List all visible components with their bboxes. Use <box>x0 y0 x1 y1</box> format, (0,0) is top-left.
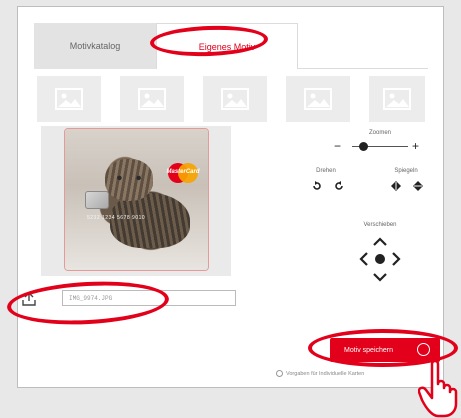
image-icon <box>55 88 83 110</box>
move-label: Verschieben <box>363 222 397 228</box>
card-preview[interactable]: MasterCard 5232 1234 5678 9010 <box>64 128 209 271</box>
mastercard-logo-icon: MasterCard <box>166 163 200 183</box>
rotate-label: Drehen <box>316 168 336 174</box>
zoom-label: Zoomen <box>368 130 391 136</box>
zoom-in-button[interactable]: + <box>412 140 419 152</box>
mirror-horizontal-icon[interactable] <box>390 181 402 191</box>
move-center-icon <box>375 254 385 264</box>
move-left-icon <box>359 252 368 266</box>
image-icon <box>304 88 332 110</box>
checkbox-icon[interactable] <box>276 370 283 377</box>
cat-photo-head <box>105 159 153 201</box>
motif-thumbnail[interactable] <box>37 76 101 122</box>
mirror-label: Spiegeln <box>394 168 418 174</box>
image-icon <box>138 88 166 110</box>
motif-thumbnail-row <box>37 76 432 122</box>
terms-label: Vorgaben für Individuelle Karten <box>286 370 365 377</box>
motif-thumbnail[interactable] <box>203 76 267 122</box>
zoom-slider-knob[interactable] <box>358 142 368 151</box>
tab-motivkatalog[interactable]: Motivkatalog <box>34 23 156 69</box>
move-right-icon <box>392 252 401 266</box>
zoom-out-button[interactable]: − <box>334 140 341 152</box>
tab-divider <box>298 68 428 69</box>
card-number: 5232 1234 5678 9010 <box>87 215 146 221</box>
motif-thumbnail[interactable] <box>286 76 350 122</box>
motif-thumbnail[interactable] <box>369 76 425 122</box>
terms-link[interactable]: Vorgaben für Individuelle Karten <box>276 370 364 377</box>
rotate-left-icon[interactable] <box>312 181 322 191</box>
image-icon <box>383 88 411 110</box>
tab-label: Motivkatalog <box>69 41 121 51</box>
motif-thumbnail[interactable] <box>120 76 184 122</box>
move-up-icon <box>373 237 387 246</box>
rotate-right-icon[interactable] <box>334 181 344 191</box>
mirror-vertical-icon[interactable] <box>413 180 423 192</box>
card-chip-icon <box>85 191 109 209</box>
hand-cursor-icon <box>418 359 458 418</box>
image-controls: Zoomen − + Drehen Spiegeln Verschieben <box>300 126 440 286</box>
image-icon <box>221 88 249 110</box>
move-down-icon <box>373 273 387 282</box>
move-pad <box>359 237 401 282</box>
